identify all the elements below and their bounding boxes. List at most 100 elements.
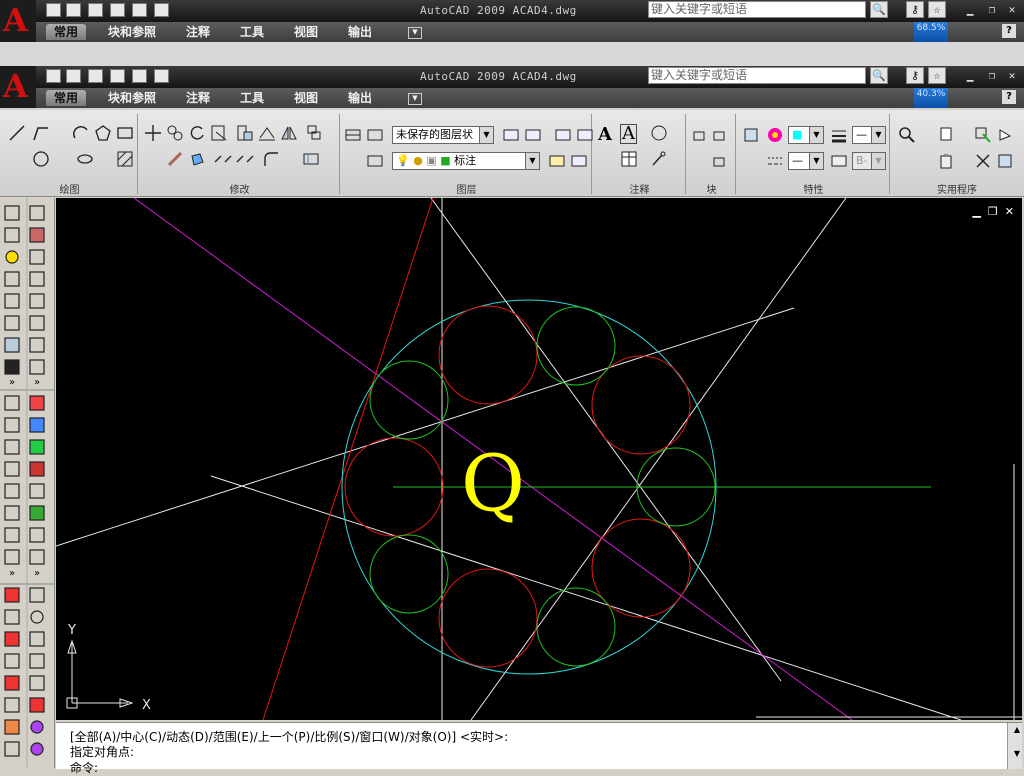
quick-select-icon[interactable] [974, 126, 992, 144]
expand-icon[interactable]: ▼ [408, 93, 422, 105]
drawing-svg[interactable]: Q Y X [56, 198, 1022, 720]
star-icon[interactable]: ☆ [928, 1, 946, 18]
leader-icon[interactable] [650, 150, 668, 168]
print-icon[interactable] [110, 3, 125, 17]
lineweight-icon[interactable] [830, 126, 848, 144]
match-properties-icon[interactable] [742, 126, 760, 144]
paste-icon[interactable] [938, 152, 956, 170]
search-input[interactable]: 键入关键字或短语 [648, 67, 866, 84]
layer-state-icon[interactable] [366, 126, 384, 144]
chevron-down-icon[interactable]: ▼ [525, 153, 539, 169]
array-icon[interactable] [306, 124, 324, 142]
explode-icon[interactable] [188, 150, 206, 168]
ellipse-icon[interactable] [76, 150, 94, 168]
mtext-icon[interactable]: A [620, 124, 637, 144]
search-icon[interactable]: 🔍 [870, 67, 888, 84]
key-icon[interactable]: ⚷ [906, 67, 924, 84]
new-icon[interactable] [46, 69, 61, 83]
chevron-down-icon[interactable]: ▼ [871, 127, 885, 143]
copy-clip-icon[interactable] [938, 126, 956, 144]
tab-home[interactable]: 常用 [46, 90, 87, 106]
help-icon[interactable]: ? [1002, 24, 1016, 38]
chevron-down-icon[interactable]: ▼ [809, 127, 823, 143]
app-logo[interactable]: A [0, 66, 36, 108]
plot-style-icon[interactable] [830, 152, 848, 170]
close-icon[interactable]: ✕ [1004, 3, 1020, 17]
minimize-icon[interactable]: ▁ [962, 69, 978, 83]
tab-tools[interactable]: 工具 [232, 90, 272, 106]
layer-isolate-icon[interactable] [554, 126, 572, 144]
minimize-icon[interactable]: ▁ [972, 205, 980, 218]
erase-icon[interactable] [166, 150, 184, 168]
copy-icon[interactable] [166, 124, 184, 142]
plotstyle-combo[interactable]: B- ▼ [852, 152, 886, 170]
move-icon[interactable] [144, 124, 162, 142]
mirror-icon[interactable] [280, 124, 298, 142]
undo-icon[interactable] [132, 69, 147, 83]
rotate-icon[interactable] [188, 124, 206, 142]
insert-block-icon[interactable] [692, 126, 710, 144]
tab-annotate[interactable]: 注释 [178, 90, 218, 106]
dimension-icon[interactable] [650, 124, 668, 142]
table-icon[interactable] [620, 150, 638, 168]
tab-home[interactable]: 常用 [46, 24, 87, 40]
tab-view[interactable]: 视图 [286, 90, 326, 106]
text-icon[interactable]: A [598, 124, 612, 145]
key-icon[interactable]: ⚷ [906, 1, 924, 18]
expand-icon[interactable]: ▼ [408, 27, 422, 39]
fillet-icon[interactable] [262, 150, 280, 168]
linetype-icon[interactable] [766, 152, 784, 170]
zoom-icon[interactable] [898, 126, 916, 144]
scale-icon[interactable] [210, 124, 228, 142]
chevron-down-icon[interactable]: ▼ [809, 153, 823, 169]
redo-icon[interactable] [154, 69, 169, 83]
match-icon[interactable] [996, 152, 1014, 170]
tab-annotate[interactable]: 注释 [178, 24, 218, 40]
layer-tools-icon[interactable] [366, 152, 384, 170]
extend-icon[interactable] [236, 150, 254, 168]
minimize-icon[interactable]: ▁ [962, 3, 978, 17]
hatch-icon[interactable] [116, 150, 134, 168]
new-icon[interactable] [46, 3, 61, 17]
tab-block-ref[interactable]: 块和参照 [100, 24, 164, 40]
layer-match-icon[interactable] [524, 126, 542, 144]
linetype-combo[interactable]: — ▼ [788, 152, 824, 170]
print-icon[interactable] [110, 69, 125, 83]
stretch-icon[interactable] [236, 124, 254, 142]
layer-prev-icon[interactable] [502, 126, 520, 144]
restore-icon[interactable]: ❐ [984, 3, 1000, 17]
scroll-up-icon[interactable]: ▲ [1014, 725, 1020, 734]
cut-icon[interactable] [974, 152, 992, 170]
rectangle-icon[interactable] [116, 124, 134, 142]
restore-icon[interactable]: ❐ [988, 205, 998, 218]
undo-icon[interactable] [132, 3, 147, 17]
tab-output[interactable]: 输出 [340, 90, 380, 106]
color-combo[interactable]: ■ ▼ [788, 126, 824, 144]
lineweight-combo[interactable]: — ▼ [852, 126, 886, 144]
search-icon[interactable]: 🔍 [870, 1, 888, 18]
open-icon[interactable] [66, 69, 81, 83]
scroll-down-icon[interactable]: ▼ [1014, 749, 1020, 758]
tab-block-ref[interactable]: 块和参照 [100, 90, 164, 106]
close-icon[interactable]: ✕ [1004, 69, 1020, 83]
layer-state-combo[interactable]: 未保存的图层状 ▼ [392, 126, 494, 144]
layer-freeze-icon[interactable] [570, 152, 588, 170]
break-icon[interactable] [214, 150, 232, 168]
chevron-down-icon[interactable]: ▼ [479, 127, 493, 143]
star-icon[interactable]: ☆ [928, 67, 946, 84]
layer-off-icon[interactable] [548, 152, 566, 170]
circle-icon[interactable] [32, 150, 50, 168]
polygon-icon[interactable] [94, 124, 112, 142]
polyline-icon[interactable] [32, 124, 50, 142]
app-logo-top[interactable]: A [0, 0, 36, 42]
save-icon[interactable] [88, 69, 103, 83]
layer-walk-icon[interactable] [576, 126, 594, 144]
select-cycle-icon[interactable] [996, 126, 1014, 144]
command-window[interactable]: [全部(A)/中心(C)/动态(D)/范围(E)/上一个(P)/比例(S)/窗口… [56, 722, 1022, 775]
redo-icon[interactable] [154, 3, 169, 17]
tab-view[interactable]: 视图 [286, 24, 326, 40]
tab-output[interactable]: 输出 [340, 24, 380, 40]
open-icon[interactable] [66, 3, 81, 17]
help-icon[interactable]: ? [1002, 90, 1016, 104]
drawing-canvas[interactable]: Q Y X ▁ ❐ ✕ [56, 198, 1022, 720]
